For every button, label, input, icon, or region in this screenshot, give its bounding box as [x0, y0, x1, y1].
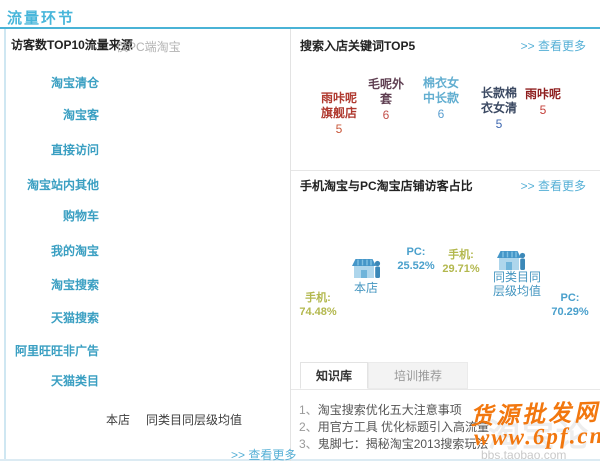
panel-divider-line	[291, 170, 600, 171]
traffic-source-item: 淘宝清仓	[7, 74, 99, 91]
peer-mobile-value: 手机: 29.71%	[437, 248, 485, 276]
article-link[interactable]: 3、鬼脚七：揭秘淘宝2013搜索玩法	[299, 435, 488, 452]
keyword-item: 长款棉衣女清 5	[477, 86, 521, 132]
shop-icon	[352, 257, 382, 281]
keyword-text: 雨咔呢	[521, 87, 565, 102]
ratio-more-link[interactable]: >> 查看更多	[521, 177, 586, 194]
keyword-item: 毛呢外套 6	[365, 77, 407, 123]
legend-peer-label: 同类目同层级均值	[146, 411, 242, 428]
keyword-count: 5	[521, 103, 565, 118]
keyword-more-link[interactable]: >> 查看更多	[521, 37, 586, 54]
left-border-line	[4, 29, 6, 459]
keyword-panel-title: 搜索入店关键词TOP5	[300, 37, 415, 54]
page-title: 流量环节	[7, 7, 75, 28]
keyword-count: 6	[419, 107, 463, 122]
keyword-text: 雨咔呢旗舰店	[317, 91, 361, 121]
article-link[interactable]: 1、淘宝搜索优化五大注意事项	[299, 401, 462, 418]
keyword-text: 毛呢外套	[365, 77, 407, 107]
ratio-panel-title: 手机淘宝与PC淘宝店铺访客占比	[300, 177, 473, 194]
traffic-source-item: 淘宝站内其他	[7, 176, 99, 193]
peer-chart-label: 同类目同层级均值	[489, 270, 545, 298]
keyword-count: 5	[317, 122, 361, 137]
keyword-item: 棉衣女中长款 6	[419, 76, 463, 122]
traffic-source-item: 天猫类目	[7, 372, 99, 389]
tab-knowledge-base[interactable]: 知识库	[300, 362, 368, 389]
title-underline	[0, 27, 600, 29]
keyword-item: 雨咔呢旗舰店 5	[317, 91, 361, 137]
shop-mobile-value: 手机: 74.48%	[293, 291, 343, 319]
keyword-item: 雨咔呢 5	[521, 87, 565, 118]
shop-pc-value: PC: 25.52%	[393, 245, 439, 273]
knowledge-tabbar: 知识库 培训推荐	[291, 362, 600, 390]
traffic-sources-subtitle: 仅PC端淘宝	[116, 38, 181, 55]
legend-shop-label: 本店	[106, 411, 130, 428]
watermark-bbs-text: bbs.taobao.com	[481, 448, 566, 462]
traffic-source-item: 阿里旺旺非广告	[7, 342, 99, 359]
keyword-text: 棉衣女中长款	[419, 76, 463, 106]
traffic-dashboard: 流量环节 访客数TOP10流量来源 仅PC端淘宝 淘宝清仓 淘宝客 直接访问 淘…	[0, 0, 600, 463]
traffic-source-item: 我的淘宝	[7, 242, 99, 259]
shop-chart-label: 本店	[338, 281, 394, 295]
traffic-source-item: 直接访问	[7, 141, 99, 158]
keyword-text: 长款棉衣女清	[477, 86, 521, 116]
column-divider-line	[290, 29, 291, 461]
watermark-site-url: www.6pf.cn	[474, 423, 600, 451]
keyword-count: 5	[477, 117, 521, 132]
article-link[interactable]: 2、用官方工具 优化标题引入高流量	[299, 418, 489, 435]
traffic-source-item: 淘宝搜索	[7, 276, 99, 293]
keyword-count: 6	[365, 108, 407, 123]
traffic-sources-title: 访客数TOP10流量来源	[11, 36, 133, 53]
traffic-source-item: 淘宝客	[7, 106, 99, 123]
traffic-source-item: 天猫搜索	[7, 309, 99, 326]
tab-training[interactable]: 培训推荐	[368, 362, 468, 389]
traffic-sources-more-link[interactable]: >> 查看更多	[231, 446, 296, 463]
traffic-source-item: 购物车	[7, 207, 99, 224]
peer-pc-value: PC: 70.29%	[547, 291, 593, 319]
